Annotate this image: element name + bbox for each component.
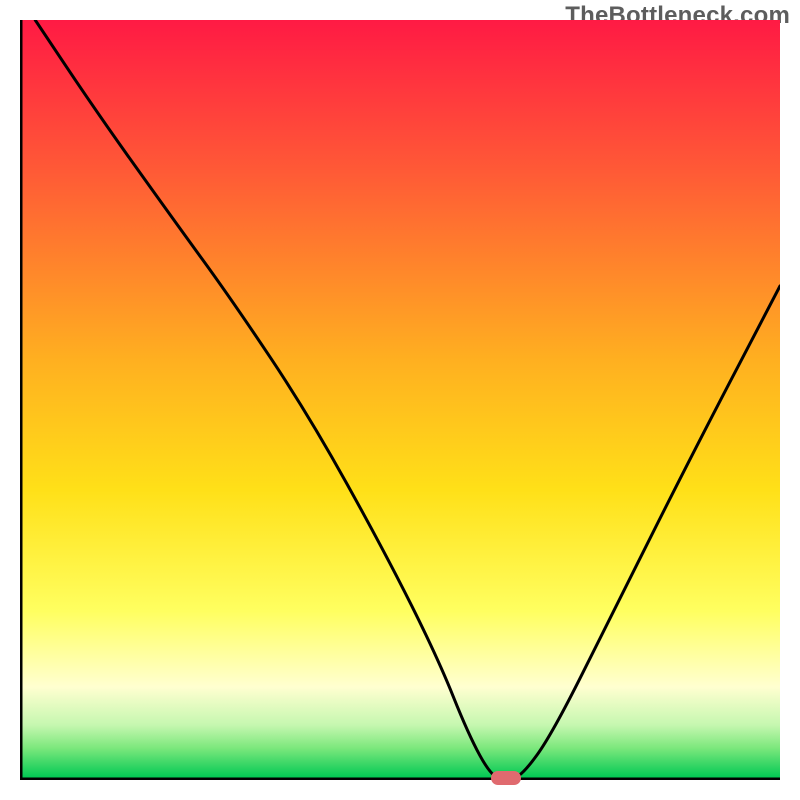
plot-area: [20, 20, 780, 780]
chart-svg: [20, 20, 780, 780]
bottleneck-chart: TheBottleneck.com: [0, 0, 800, 800]
gradient-background: [22, 20, 780, 778]
optimal-marker: [491, 771, 521, 785]
